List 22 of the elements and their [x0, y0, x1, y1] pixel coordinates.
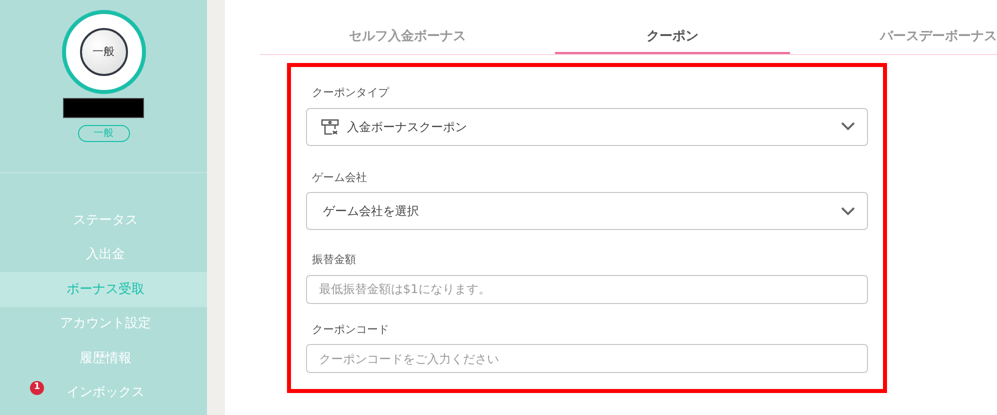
sidebar-item[interactable]: 1 インボックス [0, 376, 207, 410]
field-label: クーポンタイプ [311, 85, 390, 101]
sidebar-item[interactable]: ボーナス受取 [0, 272, 207, 306]
sidebar-item[interactable]: 入出金 [0, 238, 207, 272]
input-field[interactable]: 最低振替金額は$1になります。 [306, 274, 868, 304]
tab[interactable]: セルフ入金ボーナス [260, 0, 555, 54]
rank-badge: 一般 [78, 125, 130, 142]
field-label: クーポンコード [311, 322, 390, 338]
notification-badge: 1 [30, 380, 44, 394]
tab[interactable]: クーポン [555, 0, 790, 54]
sidebar-item[interactable]: 履歴情報 [0, 341, 207, 376]
field-label: 振替金額 [311, 252, 357, 268]
input-field[interactable]: クーポンコードをご入力ください [306, 344, 868, 373]
chevron-down-icon [841, 206, 855, 216]
select-field[interactable]: 入金ボーナスクーポン [306, 108, 868, 146]
chevron-down-icon [841, 122, 855, 131]
select-field[interactable]: ゲーム会社を選択 [306, 192, 868, 230]
sidebar-item[interactable]: ステータス [0, 203, 207, 238]
rank-emblem: 一般 [80, 28, 128, 76]
sidebar-item[interactable]: アカウント設定 [0, 306, 207, 341]
field-label: ゲーム会社 [311, 170, 368, 186]
tab[interactable]: バースデーボーナス [790, 0, 997, 54]
